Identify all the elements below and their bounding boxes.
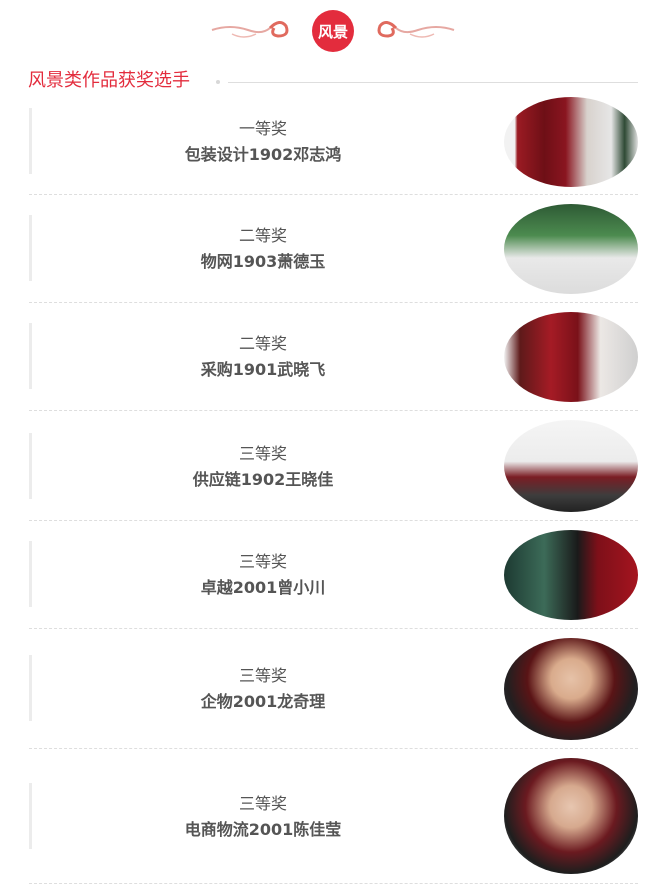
category-badge: 风景 [312, 10, 354, 52]
award-level: 三等奖 [238, 666, 287, 685]
section-header: 风景 [0, 0, 667, 62]
winner-photo [504, 312, 638, 402]
list-item: 三等奖 电商物流2001陈佳莹 [29, 749, 638, 884]
winner-photo [504, 204, 638, 294]
row-accent-bar [29, 108, 32, 174]
swirl-ornament-right-icon [377, 21, 455, 38]
winner-name: 卓越2001曾小川 [200, 578, 326, 597]
row-accent-bar [29, 433, 32, 499]
winner-photo [504, 530, 638, 620]
list-item: 三等奖 企物2001龙奇理 [29, 629, 638, 749]
winner-name: 采购1901武晓飞 [200, 360, 326, 379]
award-level: 三等奖 [238, 552, 287, 571]
winner-photo [504, 638, 638, 740]
row-accent-bar [29, 323, 32, 389]
award-level: 三等奖 [238, 794, 287, 813]
row-accent-bar [29, 215, 32, 281]
winner-name: 电商物流2001陈佳莹 [184, 820, 342, 839]
winner-list: 一等奖 包装设计1902邓志鸿 二等奖 物网1903萧德玉 二等奖 采购1901… [29, 94, 638, 884]
list-item: 三等奖 卓越2001曾小川 [29, 521, 638, 629]
winner-name: 包装设计1902邓志鸿 [184, 145, 342, 164]
award-level: 二等奖 [238, 226, 287, 245]
award-level: 一等奖 [238, 119, 287, 138]
row-accent-bar [29, 541, 32, 607]
title-divider [228, 82, 638, 83]
award-level: 二等奖 [238, 334, 287, 353]
winner-photo [504, 97, 638, 187]
list-item: 二等奖 采购1901武晓飞 [29, 303, 638, 411]
winner-name: 供应链1902王晓佳 [192, 470, 334, 489]
title-dot [216, 80, 220, 84]
row-accent-bar [29, 783, 32, 849]
row-accent-bar [29, 655, 32, 721]
winner-name: 企物2001龙奇理 [200, 692, 326, 711]
swirl-ornament-left-icon [211, 21, 289, 38]
winner-photo [504, 420, 638, 512]
list-item: 二等奖 物网1903萧德玉 [29, 195, 638, 303]
list-item: 一等奖 包装设计1902邓志鸿 [29, 94, 638, 195]
list-item: 三等奖 供应链1902王晓佳 [29, 411, 638, 521]
award-level: 三等奖 [238, 444, 287, 463]
winner-name: 物网1903萧德玉 [200, 252, 326, 271]
winner-photo [504, 758, 638, 874]
section-title: 风景类作品获奖选手 [28, 70, 190, 91]
